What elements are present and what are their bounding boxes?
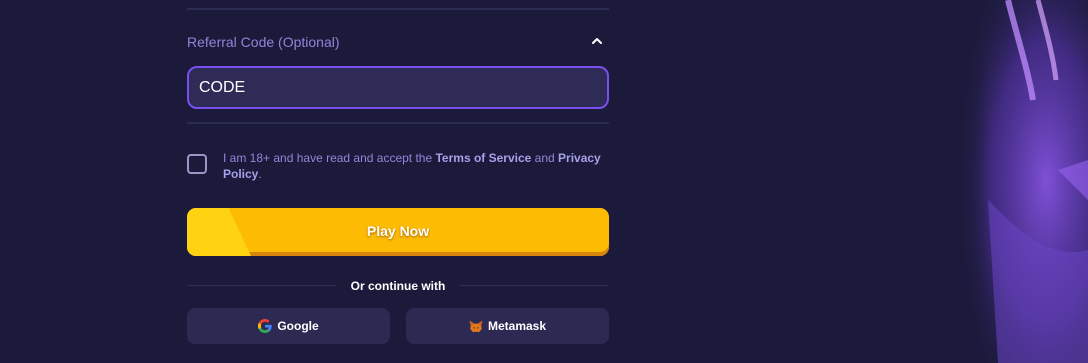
or-continue-divider: Or continue with <box>187 278 609 294</box>
referral-label: Referral Code (Optional) <box>187 34 340 50</box>
chevron-up-icon <box>592 38 602 44</box>
or-line-right <box>459 285 609 286</box>
consent-text-and: and <box>531 151 559 165</box>
or-continue-text: Or continue with <box>350 279 446 293</box>
play-now-label: Play Now <box>366 223 430 239</box>
metamask-fox-icon <box>469 320 483 332</box>
consent-text: I am 18+ and have read and accept the Te… <box>223 150 613 182</box>
google-label: Google <box>277 319 319 333</box>
referral-divider <box>187 122 609 124</box>
terms-of-service-link[interactable]: Terms of Service <box>435 151 531 165</box>
consent-text-end: . <box>258 167 262 181</box>
referral-toggle[interactable]: Referral Code (Optional) <box>187 32 609 52</box>
age-terms-checkbox[interactable] <box>187 154 207 174</box>
consent-text-before: I am 18+ and have read and accept the <box>223 151 436 165</box>
decorative-background-art <box>948 0 1088 363</box>
referral-code-input[interactable] <box>187 66 609 109</box>
play-now-button[interactable]: Play Now <box>187 208 609 256</box>
google-icon <box>258 319 273 333</box>
metamask-label: Metamask <box>487 319 547 333</box>
metamask-login-button[interactable]: Metamask <box>406 308 609 344</box>
top-divider <box>187 8 609 10</box>
google-login-button[interactable]: Google <box>187 308 390 344</box>
signup-page: Referral Code (Optional) I am 18+ and ha… <box>0 0 1088 363</box>
